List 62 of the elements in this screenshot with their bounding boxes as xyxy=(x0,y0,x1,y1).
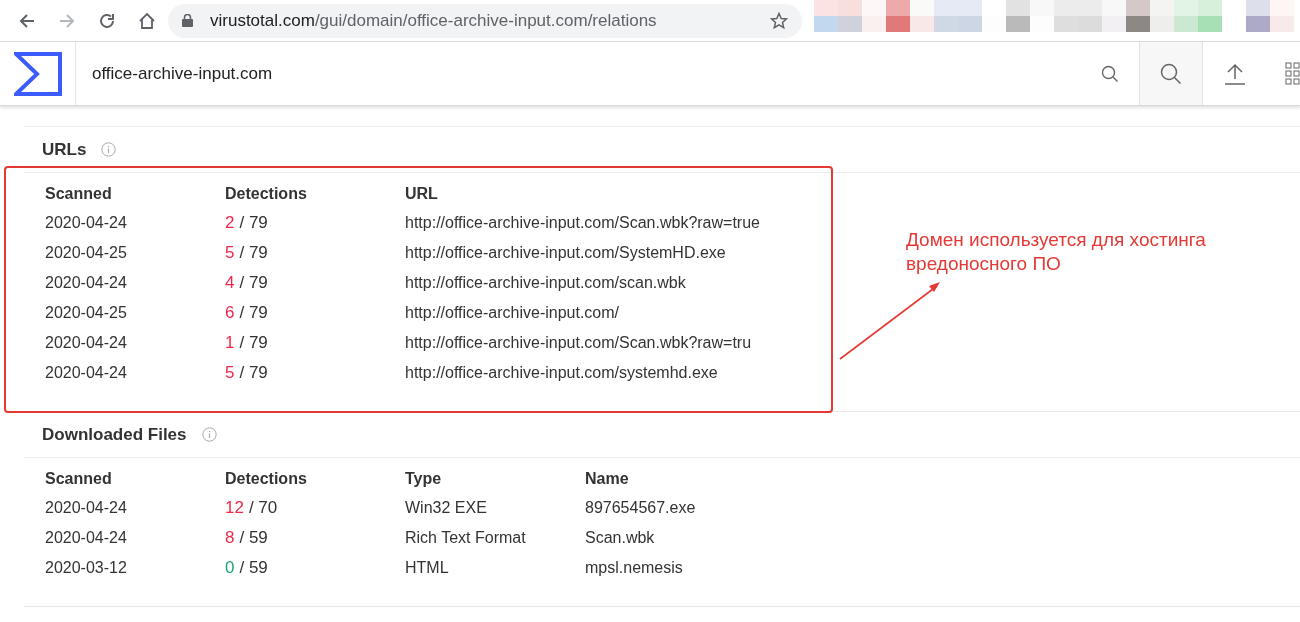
detection-count: 5 xyxy=(225,361,235,384)
upload-icon[interactable] xyxy=(1224,62,1246,85)
table-cell-text: http://office-archive-input.com/scan.wbk xyxy=(405,273,686,293)
detection-count: 8 xyxy=(225,526,235,549)
table-cell-text: http://office-archive-input.com/systemhd.exe xyxy=(405,363,718,383)
table-cell-text: http://office-archive-input.com/SystemHD.exe xyxy=(405,243,726,263)
table-cell-text: 897654567.exe xyxy=(585,498,696,518)
detection-total: / 79 xyxy=(239,241,268,264)
reload-icon[interactable] xyxy=(98,11,116,30)
table-cell-text: 2020-03-12 xyxy=(45,558,128,578)
detection-total: / 70 xyxy=(248,496,278,519)
table-cell-text: http://office-archive-input.com/Scan.wbk?raw=true xyxy=(405,213,760,233)
detection-count: 0 xyxy=(225,556,235,579)
detection-count: 1 xyxy=(225,331,235,354)
address-bar[interactable]: virustotal.com/gui/domain/office-archive-input.com/relations xyxy=(168,3,802,38)
column-header: Name xyxy=(585,469,629,489)
url-text: virustotal.com/gui/domain/office-archive-input.com/relations xyxy=(210,9,657,32)
logo-icon[interactable] xyxy=(13,51,62,96)
table-cell-text: 2020-04-24 xyxy=(45,273,128,293)
table-cell-text: http://office-archive-input.com/Scan.wbk?raw=tru xyxy=(405,333,752,353)
detection-total: / 79 xyxy=(239,361,268,384)
table-cell-text: 2020-04-24 xyxy=(45,498,128,518)
home-icon[interactable] xyxy=(138,11,156,30)
table-cell-text: 2020-04-24 xyxy=(45,213,128,233)
detection-count: 12 xyxy=(225,496,244,519)
section-title: Downloaded Files xyxy=(42,423,187,446)
table-cell-text: Win32 EXE xyxy=(405,498,488,518)
detection-total: / 79 xyxy=(239,211,268,234)
annotation-text: Домен используется для хостинга вредоносного ПО xyxy=(906,228,1207,276)
table-cell-text: HTML xyxy=(405,558,450,578)
star-icon[interactable] xyxy=(770,11,788,30)
grid-icon[interactable] xyxy=(1285,61,1300,86)
search-field[interactable]: office-archive-input.com xyxy=(92,60,692,87)
detection-total: / 79 xyxy=(239,301,268,324)
detection-count: 6 xyxy=(225,301,235,324)
table-cell-text: 2020-04-25 xyxy=(45,303,128,323)
column-header: Detections xyxy=(225,469,308,489)
detection-count: 5 xyxy=(225,241,235,264)
column-header: Type xyxy=(405,469,443,489)
detection-total: / 59 xyxy=(239,556,268,579)
table-cell-text: http://office-archive-input.com/ xyxy=(405,303,620,323)
column-header: Detections xyxy=(225,184,308,204)
table-cell-text: Scan.wbk xyxy=(585,528,655,548)
table-cell-text: 2020-04-24 xyxy=(45,333,128,353)
detection-total: / 59 xyxy=(239,526,268,549)
column-header: URL xyxy=(405,184,438,204)
back-icon[interactable] xyxy=(18,11,36,30)
table-cell-text: 2020-04-25 xyxy=(45,243,128,263)
table-cell-text: mpsl.nemesis xyxy=(585,558,683,578)
detection-total: / 79 xyxy=(239,331,268,354)
detection-total: / 79 xyxy=(239,271,268,294)
search-icon xyxy=(1160,62,1182,85)
column-header: Scanned xyxy=(45,469,113,489)
detection-count: 4 xyxy=(225,271,235,294)
table-cell-text: Rich Text Format xyxy=(405,528,527,548)
section-title: URLs xyxy=(42,138,87,161)
detection-count: 2 xyxy=(225,211,235,234)
lock-icon xyxy=(182,14,193,27)
search-icon[interactable] xyxy=(1101,64,1119,83)
table-cell-text: 2020-04-24 xyxy=(45,363,128,383)
table-cell-text: 2020-04-24 xyxy=(45,528,128,548)
column-header: Scanned xyxy=(45,184,113,204)
